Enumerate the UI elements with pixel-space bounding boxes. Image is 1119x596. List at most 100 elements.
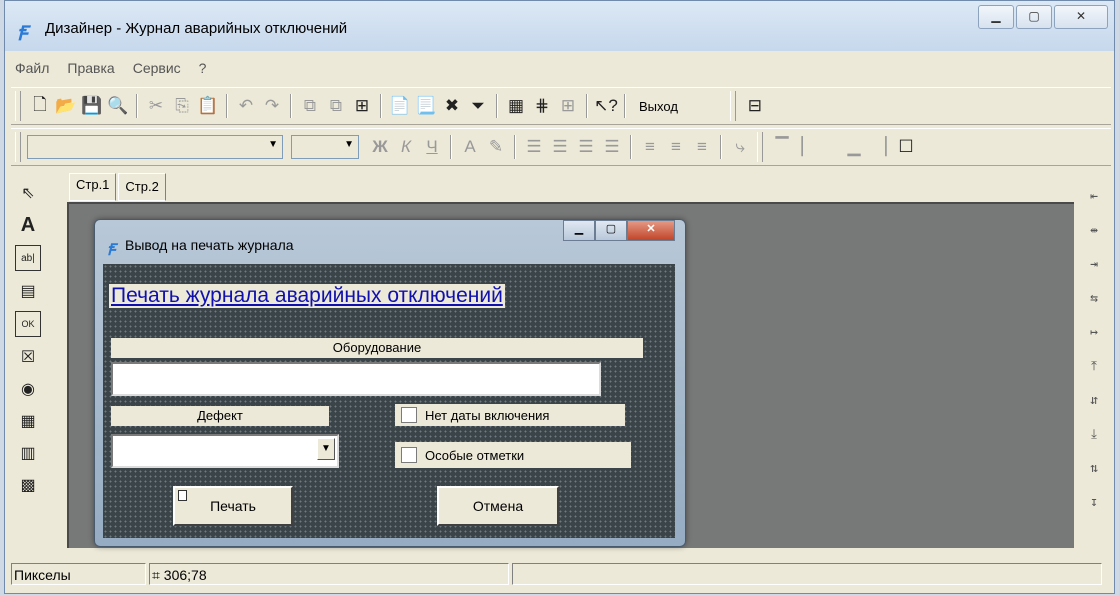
chevron-down-icon[interactable]: ▼ [317,438,335,460]
radio-tool-icon[interactable]: ◉ [16,377,40,401]
font-size-combo[interactable]: ▼ [291,135,359,159]
listbox-tool-icon[interactable]: ▦ [16,409,40,433]
italic-button[interactable]: К [393,134,419,160]
title-bar[interactable]: Ꞙ Дизайнер - Журнал аварийных отключений… [5,1,1114,51]
table-icon[interactable]: ⊞ [555,93,581,119]
valign-top-icon[interactable]: ≡ [637,134,663,160]
minimize-button[interactable]: ▁ [978,5,1014,29]
defect-combo[interactable]: ▼ [111,434,339,468]
tab-order-marker-icon [178,490,187,501]
grid-icon[interactable]: ▦ [503,93,529,119]
undo-icon[interactable]: ↶ [233,93,259,119]
font-name-combo[interactable]: ▼ [27,135,283,159]
toolbar-separator [514,135,516,159]
group-icon[interactable]: ⊞ [349,93,375,119]
border-right-icon[interactable]: ▕ [867,134,893,160]
special-marks-checkbox[interactable] [401,447,417,463]
form-canvas[interactable]: Печать журнала аварийных отключений Обор… [103,264,675,538]
memo-tool-icon[interactable]: ▤ [16,279,40,303]
print-button[interactable]: Печать [173,486,293,526]
maximize-button[interactable]: ▢ [1016,5,1052,29]
special-marks-checkbox-row[interactable]: Особые отметки [395,442,631,468]
menu-help[interactable]: ? [197,58,209,80]
help-pointer-icon[interactable]: ↖? [593,93,619,119]
pointer-icon[interactable]: ⇖ [16,181,40,205]
close-button[interactable]: ✕ [1054,5,1108,29]
bold-button[interactable]: Ж [367,134,393,160]
no-date-checkbox[interactable] [401,407,417,423]
exit-button[interactable]: Выход [631,99,686,114]
snap-grid-icon[interactable]: ⋕ [529,93,555,119]
dialog-maximize-button[interactable]: ▢ [595,220,627,241]
align-left-icon[interactable]: ☰ [521,134,547,160]
new-file-icon[interactable]: 🗋 [27,93,53,119]
valign-middle-icon[interactable]: ≡ [663,134,689,160]
send-back-icon[interactable]: ⧉ [323,93,349,119]
justify-icon[interactable]: ☰ [599,134,625,160]
align-center-icon[interactable]: ☰ [547,134,573,160]
space-horizontal-icon[interactable]: ⇆ [1082,285,1106,311]
align-bottom-edges-icon[interactable]: ⤓ [1082,421,1106,447]
toolbar-grip[interactable] [729,91,736,121]
page-tabs: Стр.1 Стр.2 [69,173,168,201]
tab-page-1[interactable]: Стр.1 [69,173,117,201]
cancel-button-label: Отмена [472,498,524,514]
align-left-edges-icon[interactable]: ⇤ [1082,183,1106,209]
bring-front-icon[interactable]: ⧉ [297,93,323,119]
open-folder-icon[interactable]: 📂 [53,93,79,119]
paste-icon[interactable]: 📋 [195,93,221,119]
toolbar-grip[interactable] [757,132,763,162]
fill-color-icon[interactable]: ✎ [483,134,509,160]
no-date-checkbox-row[interactable]: Нет даты включения [395,404,625,426]
date-tool-icon[interactable]: ▩ [16,473,40,497]
delete-page-icon[interactable]: ✖ [439,93,465,119]
make-same-height-icon[interactable]: ↧ [1082,489,1106,515]
align-h-centers-icon[interactable]: ⇹ [1082,217,1106,243]
border-all-icon[interactable]: ☐ [893,134,919,160]
new-page-icon[interactable]: 📃 [413,93,439,119]
font-color-button[interactable]: A [457,134,483,160]
checkbox-tool-icon[interactable]: ☒ [16,345,40,369]
form-properties-icon[interactable]: ⊟ [742,93,768,119]
toolbar-grip[interactable] [15,132,21,162]
toolbar-separator [450,135,452,159]
border-left-icon[interactable]: ▏ [795,134,821,160]
underline-button[interactable]: Ч [419,134,445,160]
toolbar-grip[interactable] [15,91,21,121]
make-same-width-icon[interactable]: ↦ [1082,319,1106,345]
cancel-button[interactable]: Отмена [437,486,559,526]
align-top-edges-icon[interactable]: ⤒ [1082,353,1106,379]
copy-icon[interactable]: ⎘ [169,93,195,119]
edit-tool-icon[interactable]: ab| [15,245,41,271]
cut-icon[interactable]: ✂ [143,93,169,119]
align-right-edges-icon[interactable]: ⇥ [1082,251,1106,277]
word-wrap-icon[interactable]: ⤷ [727,134,753,160]
button-tool-icon[interactable]: OK [15,311,41,337]
dialog-title: Вывод на печать журнала [125,237,294,253]
form-heading-link[interactable]: Печать журнала аварийных отключений [109,284,505,308]
toolbar-separator [624,94,626,118]
tab-page-2[interactable]: Стр.2 [118,173,166,201]
combobox-tool-icon[interactable]: ▥ [16,441,40,465]
menu-file[interactable]: Файл [13,58,51,80]
border-bottom-icon[interactable]: ▁ [841,134,867,160]
save-icon[interactable]: 💾 [79,93,105,119]
redo-icon[interactable]: ↷ [259,93,285,119]
align-right-icon[interactable]: ☰ [573,134,599,160]
page-order-icon[interactable]: ⏷ [465,93,491,119]
menu-bar: Файл Правка Сервис ? [11,58,208,80]
menu-edit[interactable]: Правка [65,58,116,80]
dialog-close-button[interactable]: ✕ [627,220,675,241]
align-v-centers-icon[interactable]: ⇵ [1082,387,1106,413]
form-designer-dialog: Ꞙ Вывод на печать журнала ▁ ▢ ✕ Печать ж… [94,219,686,547]
dialog-minimize-button[interactable]: ▁ [563,220,595,241]
border-top-icon[interactable]: ▔ [769,134,795,160]
add-page-icon[interactable]: 📄 [387,93,413,119]
equipment-field[interactable] [111,362,601,396]
space-vertical-icon[interactable]: ⇅ [1082,455,1106,481]
label-tool-icon[interactable]: A [16,213,40,237]
print-preview-icon[interactable]: 🔍 [105,93,131,119]
status-panel [512,563,1102,585]
menu-service[interactable]: Сервис [131,58,183,80]
valign-bottom-icon[interactable]: ≡ [689,134,715,160]
